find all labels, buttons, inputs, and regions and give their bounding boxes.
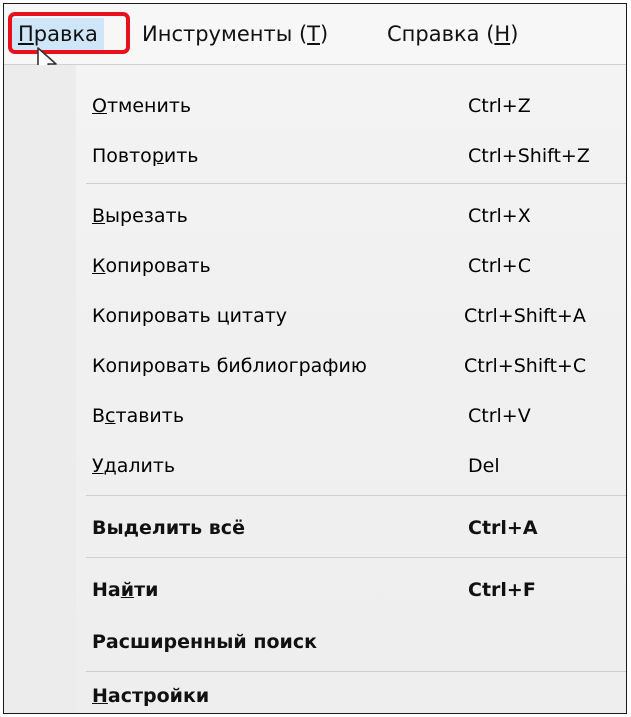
menu-item-settings[interactable]: Настройки bbox=[4, 679, 626, 713]
menu-tools-label: Инструменты ( bbox=[142, 22, 308, 46]
menu-separator bbox=[86, 495, 626, 496]
label-hotkey: О bbox=[92, 95, 107, 117]
menu-item-label: Копировать bbox=[92, 255, 211, 277]
label-part: елить всё bbox=[139, 517, 245, 539]
menu-item-copy-bibliography[interactable]: Копировать библиографию Ctrl+Shift+C bbox=[4, 349, 626, 389]
label-part: Копировать библиографию bbox=[92, 355, 367, 377]
label-part: Копировать цитату bbox=[92, 305, 288, 327]
menu-tools[interactable]: Инструменты (Т) bbox=[142, 18, 328, 50]
label-hotkey: Н bbox=[92, 685, 108, 707]
label-part: астройки bbox=[107, 685, 210, 707]
menu-item-label: Найти bbox=[92, 579, 158, 601]
menu-item-delete[interactable]: Удалить Del bbox=[4, 449, 626, 489]
menu-item-shortcut: Ctrl+F bbox=[468, 579, 536, 601]
edit-dropdown-menu: Отменить Ctrl+Z Повторить Ctrl+Shift+Z Выр… bbox=[4, 65, 626, 713]
label-hotkey: р bbox=[151, 145, 164, 167]
menu-tools-hotkey: Т bbox=[307, 22, 320, 46]
menu-item-label: Выделить всё bbox=[92, 517, 245, 539]
label-part: Вы bbox=[92, 517, 124, 539]
menu-item-select-all[interactable]: Выделить всё Ctrl+A bbox=[4, 511, 626, 551]
menu-item-shortcut: Ctrl+Shift+Z bbox=[468, 145, 590, 167]
menu-help-label: Справка ( bbox=[387, 22, 495, 46]
menu-item-label: Вырезать bbox=[92, 205, 188, 227]
label-hotkey: д bbox=[123, 517, 140, 539]
menu-item-shortcut: Ctrl+Z bbox=[468, 95, 531, 117]
menu-item-shortcut: Ctrl+X bbox=[468, 205, 531, 227]
menu-item-label: Удалить bbox=[92, 455, 175, 477]
label-part: тавить bbox=[115, 405, 185, 427]
menu-item-label: Копировать цитату bbox=[92, 305, 287, 327]
menu-item-advanced-search[interactable]: Расширенный поиск bbox=[4, 625, 626, 665]
menu-item-shortcut: Ctrl+V bbox=[468, 405, 531, 427]
label-part: тменить bbox=[106, 95, 192, 117]
menu-help-hotkey: Н bbox=[494, 22, 511, 46]
menu-item-label: Повторить bbox=[92, 145, 199, 167]
application-window: Правка Инструменты (Т) Справка (Н) Отмен… bbox=[3, 3, 627, 714]
label-hotkey: й bbox=[120, 579, 135, 601]
highlight-annotation bbox=[8, 12, 130, 54]
menu-help[interactable]: Справка (Н) bbox=[387, 18, 518, 50]
label-part: Повто bbox=[92, 145, 152, 167]
menu-separator bbox=[86, 671, 626, 672]
label-part: ить bbox=[163, 145, 199, 167]
label-part: далить bbox=[103, 455, 176, 477]
label-part: В bbox=[92, 405, 106, 427]
menu-tools-label-end: ) bbox=[319, 22, 329, 46]
menu-item-copy-citation[interactable]: Копировать цитату Ctrl+Shift+A bbox=[4, 299, 626, 339]
menu-item-label: Расширенный поиск bbox=[92, 631, 317, 653]
menu-item-label: Отменить bbox=[92, 95, 191, 117]
menu-item-shortcut: Del bbox=[468, 455, 500, 477]
menu-item-shortcut: Ctrl+Shift+C bbox=[464, 355, 587, 377]
label-part: На bbox=[92, 579, 121, 601]
label-part: ырезать bbox=[105, 205, 188, 227]
label-hotkey: В bbox=[92, 205, 106, 227]
label-hotkey: с bbox=[105, 405, 116, 427]
menu-item-find[interactable]: Найти Ctrl+F bbox=[4, 573, 626, 613]
menu-item-undo[interactable]: Отменить Ctrl+Z bbox=[4, 89, 626, 129]
menu-separator bbox=[86, 557, 626, 558]
label-part: Расширенный поиск bbox=[92, 631, 318, 653]
menu-item-label: Вставить bbox=[92, 405, 184, 427]
label-part: опировать bbox=[105, 255, 211, 277]
menu-item-paste[interactable]: Вставить Ctrl+V bbox=[4, 399, 626, 439]
menu-item-shortcut: Ctrl+A bbox=[468, 517, 538, 539]
label-part: ти bbox=[134, 579, 159, 601]
menu-item-cut[interactable]: Вырезать Ctrl+X bbox=[4, 199, 626, 239]
menu-help-label-end: ) bbox=[510, 22, 519, 46]
menu-item-shortcut: Ctrl+C bbox=[468, 255, 531, 277]
menu-item-copy[interactable]: Копировать Ctrl+C bbox=[4, 249, 626, 289]
menu-item-redo[interactable]: Повторить Ctrl+Shift+Z bbox=[4, 139, 626, 179]
label-hotkey: К bbox=[92, 255, 106, 277]
menu-item-label: Настройки bbox=[92, 685, 209, 707]
menu-separator bbox=[86, 183, 626, 184]
menu-item-label: Копировать библиографию bbox=[92, 355, 367, 377]
label-hotkey: У bbox=[92, 455, 104, 477]
menu-item-shortcut: Ctrl+Shift+A bbox=[464, 305, 586, 327]
